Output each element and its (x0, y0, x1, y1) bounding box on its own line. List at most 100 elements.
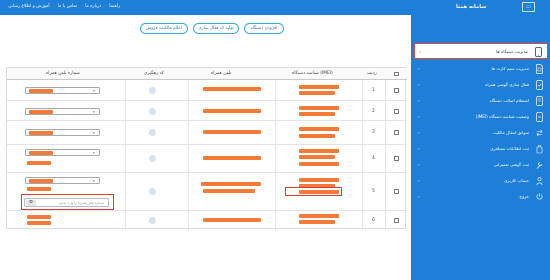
redacted-imei (299, 155, 335, 159)
sidebar-item-device-authenticity[interactable]: استعلام اصالت دستگاه ‹ (414, 93, 548, 109)
phone-activate-icon (536, 80, 543, 90)
row-checkbox[interactable] (394, 109, 399, 114)
sidebar-item-device-management[interactable]: مدیریت دستگاه ها ‹ (414, 43, 548, 59)
app-title: سامانه همتا (456, 4, 487, 10)
sidebar-item-activate-phone[interactable]: فعال سازی گوشی همراه ‹ (414, 77, 548, 93)
nav-contact[interactable]: تماس با ما (58, 4, 78, 9)
sidebar-item-sim-cards[interactable]: مدیریت سیم کارت ها ‹ (414, 61, 548, 77)
row-checkbox[interactable] (394, 189, 399, 194)
header-mobile-phone: تلفن همراه (211, 71, 232, 76)
select-all-checkbox[interactable] (394, 71, 399, 76)
redacted-imei (299, 106, 339, 110)
redacted-phone-number (29, 110, 53, 114)
row-number: 6 (372, 217, 375, 223)
redacted-imei (299, 220, 335, 224)
redacted-imei (299, 214, 339, 218)
phone-number-select[interactable]: ▾ (25, 87, 100, 94)
sidebar-item-label: سوابق انتقال مالکیت (492, 130, 529, 135)
chevron-left-icon: ‹ (418, 82, 420, 87)
sidebar-item-label: مدیریت سیم کارت ها (491, 66, 529, 71)
header-row-number: ردیف (367, 71, 377, 76)
nav-training[interactable]: آموزش و اطلاع رسانی (8, 4, 50, 9)
sidebar-item-user-account[interactable]: حساب کاربری ‹ (414, 173, 548, 189)
sidebar-item-logout[interactable]: خروج ‹ (414, 189, 548, 205)
header-phone-number: شماره تلفن همراه (46, 71, 80, 76)
sidebar-item-label: حساب کاربری (504, 178, 529, 183)
phone-number-select[interactable]: ▾ (25, 129, 100, 136)
table-row: 5 ▾ شماره تلفن همراه را وارد نمایید ⚙ (7, 173, 407, 211)
status-indicator (149, 155, 156, 162)
add-device-button[interactable]: افزودن دستگاه (244, 23, 284, 34)
chevron-left-icon: ‹ (418, 146, 420, 151)
chevron-left-icon: ‹ (418, 98, 420, 103)
redacted-phone (201, 182, 261, 186)
phone-number-input[interactable]: شماره تلفن همراه را وارد نمایید ⚙ (24, 197, 109, 207)
mobile-icon (535, 47, 542, 57)
row-checkbox[interactable] (394, 218, 399, 223)
devices-table: ردیف شناسه دستگاه (IMEI) تلفن همراه کد ر… (6, 67, 407, 230)
header-imei: شناسه دستگاه (IMEI) (292, 71, 333, 76)
row-number: 1 (372, 87, 375, 93)
status-indicator (149, 108, 156, 115)
logout-icon (536, 193, 543, 200)
table-row: 1 ▾ (7, 80, 407, 101)
phone-number-select[interactable]: ▾ (25, 149, 100, 156)
highlight-box (285, 187, 342, 196)
status-indicator (149, 188, 156, 195)
redacted-phone-number (29, 151, 53, 155)
chevron-left-icon: ‹ (418, 66, 420, 71)
chevron-left-icon: ‹ (418, 162, 420, 167)
redacted-phone-number (27, 161, 51, 165)
redacted-phone-number (27, 221, 51, 225)
sidebar-item-repair-phone[interactable]: ثبت گوشی تعمیراتی ‹ (414, 157, 548, 173)
nav-about[interactable]: درباره ما (85, 4, 101, 9)
redacted-imei (299, 127, 339, 131)
redacted-imei (299, 85, 339, 89)
imei-icon: ID (536, 112, 543, 122)
chevron-down-icon: ▾ (93, 89, 95, 93)
gear-icon[interactable]: ⚙ (26, 199, 36, 206)
row-checkbox[interactable] (394, 156, 399, 161)
redacted-phone (203, 156, 261, 160)
chevron-down-icon: ▾ (93, 131, 95, 135)
redacted-phone (203, 218, 261, 222)
row-number: 4 (372, 155, 375, 161)
table-row: 2 ▾ (7, 101, 407, 121)
chevron-left-icon: ‹ (418, 194, 420, 199)
sidebar-item-passenger-info[interactable]: ثبت اطلاعات مسافری ‹ (414, 141, 548, 157)
top-nav: راهنما درباره ما تماس با ما آموزش و اطلا… (8, 4, 120, 9)
row-number: 5 (372, 188, 375, 194)
table-header: ردیف شناسه دستگاه (IMEI) تلفن همراه کد ر… (7, 68, 407, 80)
generate-activation-code-button[interactable]: تولید کد فعال سازی (193, 23, 239, 34)
status-indicator (149, 217, 156, 224)
status-indicator (149, 87, 156, 94)
row-number: 3 (372, 129, 375, 135)
sim-card-icon (536, 64, 543, 74)
sidebar-item-label: خروج (519, 194, 529, 199)
redacted-imei (299, 134, 335, 138)
phone-number-select[interactable]: ▾ (25, 177, 100, 184)
maximize-icon[interactable]: ▭ (522, 2, 535, 12)
row-checkbox[interactable] (394, 130, 399, 135)
sidebar-item-imei-status[interactable]: ID وضعیت شناسه دستگاه (IMEI) ‹ (414, 109, 548, 125)
redacted-phone-number (29, 89, 53, 93)
sidebar-item-label: مدیریت دستگاه ها (496, 49, 528, 54)
redacted-phone-number (29, 131, 53, 135)
chevron-down-icon: ▾ (93, 179, 95, 183)
input-placeholder: شماره تلفن همراه را وارد نمایید (58, 200, 104, 205)
table-row: 3 ▾ (7, 121, 407, 145)
nav-help[interactable]: راهنما (109, 4, 120, 9)
redacted-imei (299, 112, 335, 116)
sidebar-item-label: فعال سازی گوشی همراه (485, 82, 529, 87)
redacted-phone-number (27, 215, 51, 219)
status-indicator (149, 129, 156, 136)
row-checkbox[interactable] (394, 88, 399, 93)
transfer-ownership-button[interactable]: اعلام مالکیت فروش (140, 23, 188, 34)
sidebar-item-transfer-history[interactable]: سوابق انتقال مالکیت ‹ (414, 125, 548, 141)
chevron-left-icon: ‹ (419, 49, 421, 54)
redacted-phone (203, 87, 261, 91)
sidebar-item-label: وضعیت شناسه دستگاه (IMEI) (475, 114, 529, 119)
table-row: 4 ▾ (7, 145, 407, 173)
phone-number-select[interactable]: ▾ (25, 108, 100, 115)
sidebar-item-label: ثبت اطلاعات مسافری (490, 146, 529, 151)
